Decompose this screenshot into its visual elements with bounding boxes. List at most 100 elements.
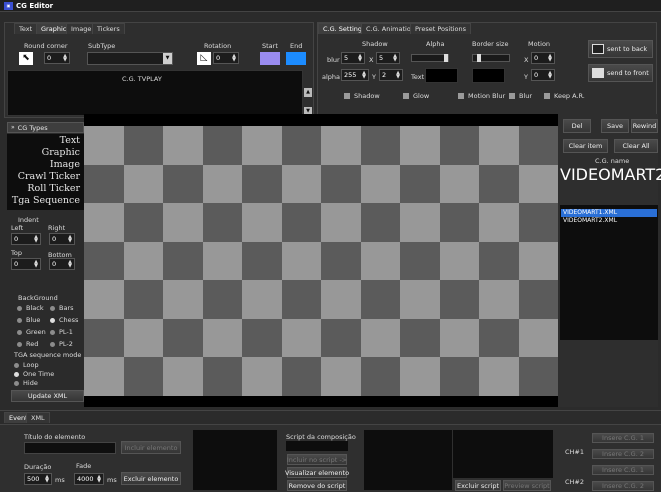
border-size-slider[interactable] [472, 54, 510, 62]
radio-selected-icon[interactable] [14, 371, 19, 377]
send-to-front-button[interactable]: send to front [588, 64, 653, 82]
indent-bottom-spinner[interactable]: 0 ▲ ▼ [49, 258, 75, 270]
indent-left-spinner[interactable]: 0 ▲ ▼ [11, 233, 41, 245]
cg-type-roll-ticker[interactable]: Roll Ticker [7, 183, 80, 195]
indent-top-spinner[interactable]: 0 ▲ ▼ [11, 258, 41, 270]
clear-all-button[interactable]: Clear All [614, 139, 658, 153]
radio-icon[interactable] [17, 305, 22, 311]
spinner-arrows-icon[interactable]: ▲ ▼ [393, 54, 397, 63]
tab-xml[interactable]: XML [26, 412, 50, 423]
scroll-up-icon[interactable]: ▲ [304, 88, 312, 97]
insere-cg1-ch1-button[interactable]: Insere C.G. 1 [592, 433, 654, 443]
preview-script-button[interactable]: Preview script [503, 480, 551, 491]
script-list[interactable] [364, 430, 452, 490]
visualizar-button[interactable]: Visualizar elemento [285, 467, 349, 478]
tab-text[interactable]: Text [14, 23, 38, 34]
titulo-input[interactable] [24, 442, 116, 454]
radio-icon[interactable] [14, 380, 19, 386]
radio-icon[interactable] [17, 329, 22, 335]
bg-pl1-radio[interactable]: PL-1 [50, 328, 73, 336]
round-corner-icon[interactable]: ⬉ [19, 52, 33, 65]
bg-pl2-radio[interactable]: PL-2 [50, 340, 73, 348]
check-motion-blur[interactable]: Motion Blur [458, 92, 505, 100]
spinner-arrows-icon[interactable]: ▲ ▼ [548, 54, 552, 63]
sent-to-back-button[interactable]: sent to back [588, 40, 653, 58]
cg-type-crawl-ticker[interactable]: Crawl Ticker [7, 171, 80, 183]
cg-type-tga-sequence[interactable]: Tga Sequence [7, 195, 80, 207]
update-xml-button[interactable]: Update XML [11, 390, 84, 402]
radio-icon[interactable] [17, 317, 22, 323]
remove-script-button[interactable]: Remove do script [287, 480, 347, 491]
radio-icon[interactable] [50, 341, 55, 347]
cg-type-graphic[interactable]: Graphic [7, 147, 80, 159]
checkbox-icon[interactable] [458, 93, 464, 99]
bg-red-radio[interactable]: Red [17, 340, 38, 348]
border-color-box[interactable] [472, 68, 505, 83]
preview-canvas[interactable] [84, 126, 558, 396]
text-color-box[interactable] [425, 68, 458, 83]
rotation-icon[interactable]: ◺ [197, 52, 211, 65]
incluir-elemento-button[interactable]: Incluir elemento [121, 441, 181, 454]
blur-spinner[interactable]: 5 ▲ ▼ [341, 52, 365, 64]
spinner-arrows-icon[interactable]: ▲ ▼ [396, 71, 400, 80]
checkbox-icon[interactable] [344, 93, 350, 99]
check-glow[interactable]: Glow [403, 92, 429, 100]
tab-preset-positions[interactable]: Preset Positions [410, 23, 472, 34]
spinner-arrows-icon[interactable]: ▲ ▼ [68, 260, 72, 269]
spinner-arrows-icon[interactable]: ▲ ▼ [358, 54, 362, 63]
motion-x-spinner[interactable]: 0 ▲ ▼ [531, 52, 555, 64]
bg-bars-radio[interactable]: Bars [50, 304, 74, 312]
subtype-select[interactable]: ▼ [87, 52, 173, 65]
checkbox-icon[interactable] [544, 93, 550, 99]
insere-cg1-ch2-button[interactable]: Insere C.G. 1 [592, 465, 654, 475]
start-color-swatch[interactable] [260, 52, 280, 65]
insere-cg2-ch2-button[interactable]: Insere C.G. 2 [592, 481, 654, 491]
tga-hide-radio[interactable]: Hide [14, 379, 38, 387]
rewind-button[interactable]: Rewind [631, 119, 658, 133]
spinner-arrows-icon[interactable]: ▲ ▼ [97, 475, 101, 484]
check-shadow[interactable]: Shadow [344, 92, 380, 100]
file-list-item-selected[interactable]: VIDEOMART1.XML [561, 209, 657, 217]
checkbox-icon[interactable] [403, 93, 409, 99]
alpha-slider-thumb[interactable] [444, 54, 448, 62]
cg-type-text[interactable]: Text [7, 135, 80, 147]
spinner-arrows-icon[interactable]: ▲ ▼ [232, 54, 236, 63]
spinner-arrows-icon[interactable]: ▲ ▼ [68, 235, 72, 244]
fade-spinner[interactable]: 4000 ▲ ▼ [74, 473, 104, 485]
check-blur[interactable]: Blur [509, 92, 532, 100]
cg-types-header[interactable]: » CG Types [7, 122, 84, 133]
radio-icon[interactable] [14, 362, 19, 368]
chevron-down-icon[interactable]: ▼ [163, 53, 172, 64]
round-corner-spinner[interactable]: 0 ▲ ▼ [44, 52, 70, 64]
spinner-arrows-icon[interactable]: ▲ ▼ [34, 235, 38, 244]
collapse-icon[interactable]: » [11, 124, 15, 131]
radio-icon[interactable] [50, 305, 55, 311]
insere-cg2-ch1-button[interactable]: Insere C.G. 2 [592, 449, 654, 459]
cg-name-value[interactable]: VIDEOMART2 [560, 165, 661, 184]
end-color-swatch[interactable] [286, 52, 306, 65]
checkbox-icon[interactable] [509, 93, 515, 99]
tga-one-time-radio[interactable]: One Time [14, 370, 54, 378]
save-button[interactable]: Save [601, 119, 629, 133]
excluir-script-button[interactable]: Excluir script [455, 480, 501, 491]
del-button[interactable]: Del [563, 119, 591, 133]
shadow-y-spinner[interactable]: 2 ▲ ▼ [379, 69, 403, 81]
file-list-item[interactable]: VIDEOMART2.XML [561, 217, 657, 225]
motion-y-spinner[interactable]: 0 ▲ ▼ [531, 69, 555, 81]
bg-green-radio[interactable]: Green [17, 328, 46, 336]
indent-right-spinner[interactable]: 0 ▲ ▼ [49, 233, 75, 245]
shadow-x-spinner[interactable]: 5 ▲ ▼ [376, 52, 400, 64]
bg-blue-radio[interactable]: Blue [17, 316, 40, 324]
radio-icon[interactable] [17, 341, 22, 347]
excluir-elemento-button[interactable]: Excluir elemento [121, 472, 181, 485]
bg-black-radio[interactable]: Black [17, 304, 44, 312]
spinner-arrows-icon[interactable]: ▲ ▼ [548, 71, 552, 80]
bg-chess-radio[interactable]: Chess [50, 316, 78, 324]
cg-type-image[interactable]: Image [7, 159, 80, 171]
check-keep-ar[interactable]: Keep A.R. [544, 92, 585, 100]
spinner-arrows-icon[interactable]: ▲ ▼ [362, 71, 366, 80]
spinner-arrows-icon[interactable]: ▲ ▼ [45, 475, 49, 484]
spinner-arrows-icon[interactable]: ▲ ▼ [34, 260, 38, 269]
rotation-spinner[interactable]: 0 ▲ ▼ [213, 52, 239, 64]
clear-item-button[interactable]: Clear item [563, 139, 608, 153]
